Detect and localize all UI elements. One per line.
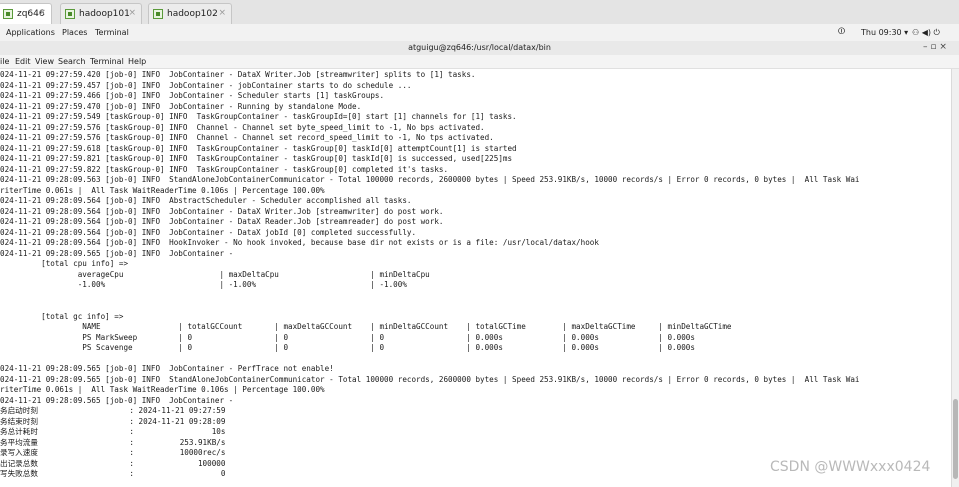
system-tray-icons[interactable]: ⚇ ◀) ⏻ xyxy=(912,28,940,38)
terminal-line: 务启动时刻 : 2024-11-21 09:27:59 xyxy=(0,406,226,415)
terminal-line: [total cpu info] => xyxy=(0,259,129,268)
window-title: atguigu@zq646:/usr/local/datax/bin xyxy=(408,43,551,52)
power-icon[interactable]: ⏼ xyxy=(838,27,845,37)
tab-hadoop101[interactable]: hadoop101 × xyxy=(60,3,142,24)
scrollbar-thumb[interactable] xyxy=(953,399,958,479)
window-titlebar: atguigu@zq646:/usr/local/datax/bin – ▫ × xyxy=(0,41,959,56)
menu-search[interactable]: Search xyxy=(58,57,85,66)
terminal-line: PS MarkSweep | 0 | 0 | 0 | 0.000s | 0.00… xyxy=(0,332,695,342)
clock[interactable]: Thu 09:30 ▾ xyxy=(861,28,908,37)
terminal-line: 务总计耗时 : 10s xyxy=(0,427,226,436)
terminal-line: 务平均流量 : 253.91KB/s xyxy=(0,437,226,447)
terminal-line: 024-11-21 09:27:59.549 [taskGroup-0] INF… xyxy=(0,112,517,121)
window-controls[interactable]: – ▫ × xyxy=(923,42,947,52)
terminal-line: 024-11-21 09:27:59.821 [taskGroup-0] INF… xyxy=(0,154,513,163)
terminal-line: 024-11-21 09:27:59.576 [taskGroup-0] INF… xyxy=(0,122,485,132)
terminal-line: PS Scavenge | 0 | 0 | 0 | 0.000s | 0.000… xyxy=(0,343,695,352)
terminal-line: 024-11-21 09:28:09.564 [job-0] INFO JobC… xyxy=(0,217,444,226)
terminal-line: 024-11-21 09:28:09.564 [job-0] INFO JobC… xyxy=(0,206,444,216)
terminal-line: 024-11-21 09:28:09.563 [job-0] INFO Stan… xyxy=(0,175,860,184)
terminal-line: 024-11-21 09:28:09.565 [job-0] INFO Stan… xyxy=(0,374,860,384)
menu-help[interactable]: Help xyxy=(128,57,146,66)
terminal-menu-bar: ile Edit View Search Terminal Help xyxy=(0,55,959,69)
close-icon[interactable]: × xyxy=(218,8,226,18)
terminal-line: [total gc info] => xyxy=(0,311,124,321)
terminal-icon xyxy=(3,9,13,19)
terminal-line: 024-11-21 09:28:09.564 [job-0] INFO Hook… xyxy=(0,238,599,247)
watermark: CSDN @WWWxxx0424 xyxy=(770,459,931,475)
terminal-app-menu[interactable]: Terminal xyxy=(95,28,129,37)
terminal-line: 务结束时刻 : 2024-11-21 09:28:09 xyxy=(0,416,226,426)
terminal-line: NAME | totalGCCount | maxDeltaGCCount | … xyxy=(0,322,732,331)
tab-label: hadoop101 xyxy=(79,9,130,19)
menu-edit[interactable]: Edit xyxy=(15,57,31,66)
terminal-line: 录写入速度 : 10000rec/s xyxy=(0,448,226,457)
terminal-icon xyxy=(65,9,75,19)
close-icon[interactable]: × xyxy=(38,8,46,18)
terminal-line: 024-11-21 09:28:09.565 [job-0] INFO JobC… xyxy=(0,364,334,373)
terminal-line: 024-11-21 09:27:59.457 [job-0] INFO JobC… xyxy=(0,80,412,90)
desktop-top-bar: Applications Places Terminal ⏼ Thu 09:30… xyxy=(0,24,959,42)
menu-view[interactable]: View xyxy=(35,57,54,66)
terminal-line: 024-11-21 09:27:59.470 [job-0] INFO JobC… xyxy=(0,101,362,111)
terminal-line: 024-11-21 09:27:59.822 [taskGroup-0] INF… xyxy=(0,164,449,174)
menu-terminal[interactable]: Terminal xyxy=(90,57,124,66)
terminal-line: 024-11-21 09:28:09.564 [job-0] INFO Abst… xyxy=(0,196,412,205)
tab-hadoop102[interactable]: hadoop102 × xyxy=(148,3,232,24)
terminal-line: 出记录总数 : 100000 xyxy=(0,458,226,468)
terminal-line: 024-11-21 09:27:59.420 [job-0] INFO JobC… xyxy=(0,70,476,79)
terminal-line: averageCpu | maxDeltaCpu | minDeltaCpu xyxy=(0,269,430,279)
terminal-line: 024-11-21 09:28:09.565 [job-0] INFO JobC… xyxy=(0,395,234,405)
places-menu[interactable]: Places xyxy=(62,28,87,37)
tab-label: hadoop102 xyxy=(167,9,218,19)
applications-menu[interactable]: Applications xyxy=(6,28,55,37)
terminal-line: 024-11-21 09:28:09.564 [job-0] INFO JobC… xyxy=(0,227,417,237)
terminal-line: 024-11-21 09:27:59.466 [job-0] INFO JobC… xyxy=(0,91,385,100)
terminal-line: 024-11-21 09:27:59.576 [taskGroup-0] INF… xyxy=(0,133,494,142)
tab-zq646[interactable]: zq646 × xyxy=(0,3,52,24)
scrollbar[interactable] xyxy=(951,69,959,487)
terminal-line: riterTime 0.061s | All Task WaitReaderTi… xyxy=(0,185,325,195)
terminal-output[interactable]: 024-11-21 09:27:59.420 [job-0] INFO JobC… xyxy=(0,69,952,487)
terminal-line: 024-11-21 09:28:09.565 [job-0] INFO JobC… xyxy=(0,248,234,258)
tab-bar: zq646 × hadoop101 × hadoop102 × xyxy=(0,0,959,25)
terminal-line: 写失败总数 : 0 xyxy=(0,469,226,478)
terminal-icon xyxy=(153,9,163,19)
terminal-line: 024-11-21 09:27:59.618 [taskGroup-0] INF… xyxy=(0,143,517,153)
terminal-line: riterTime 0.061s | All Task WaitReaderTi… xyxy=(0,385,325,394)
close-icon[interactable]: × xyxy=(128,8,136,18)
menu-file[interactable]: ile xyxy=(0,57,9,66)
terminal-line: -1.00% | -1.00% | -1.00% xyxy=(0,280,407,289)
